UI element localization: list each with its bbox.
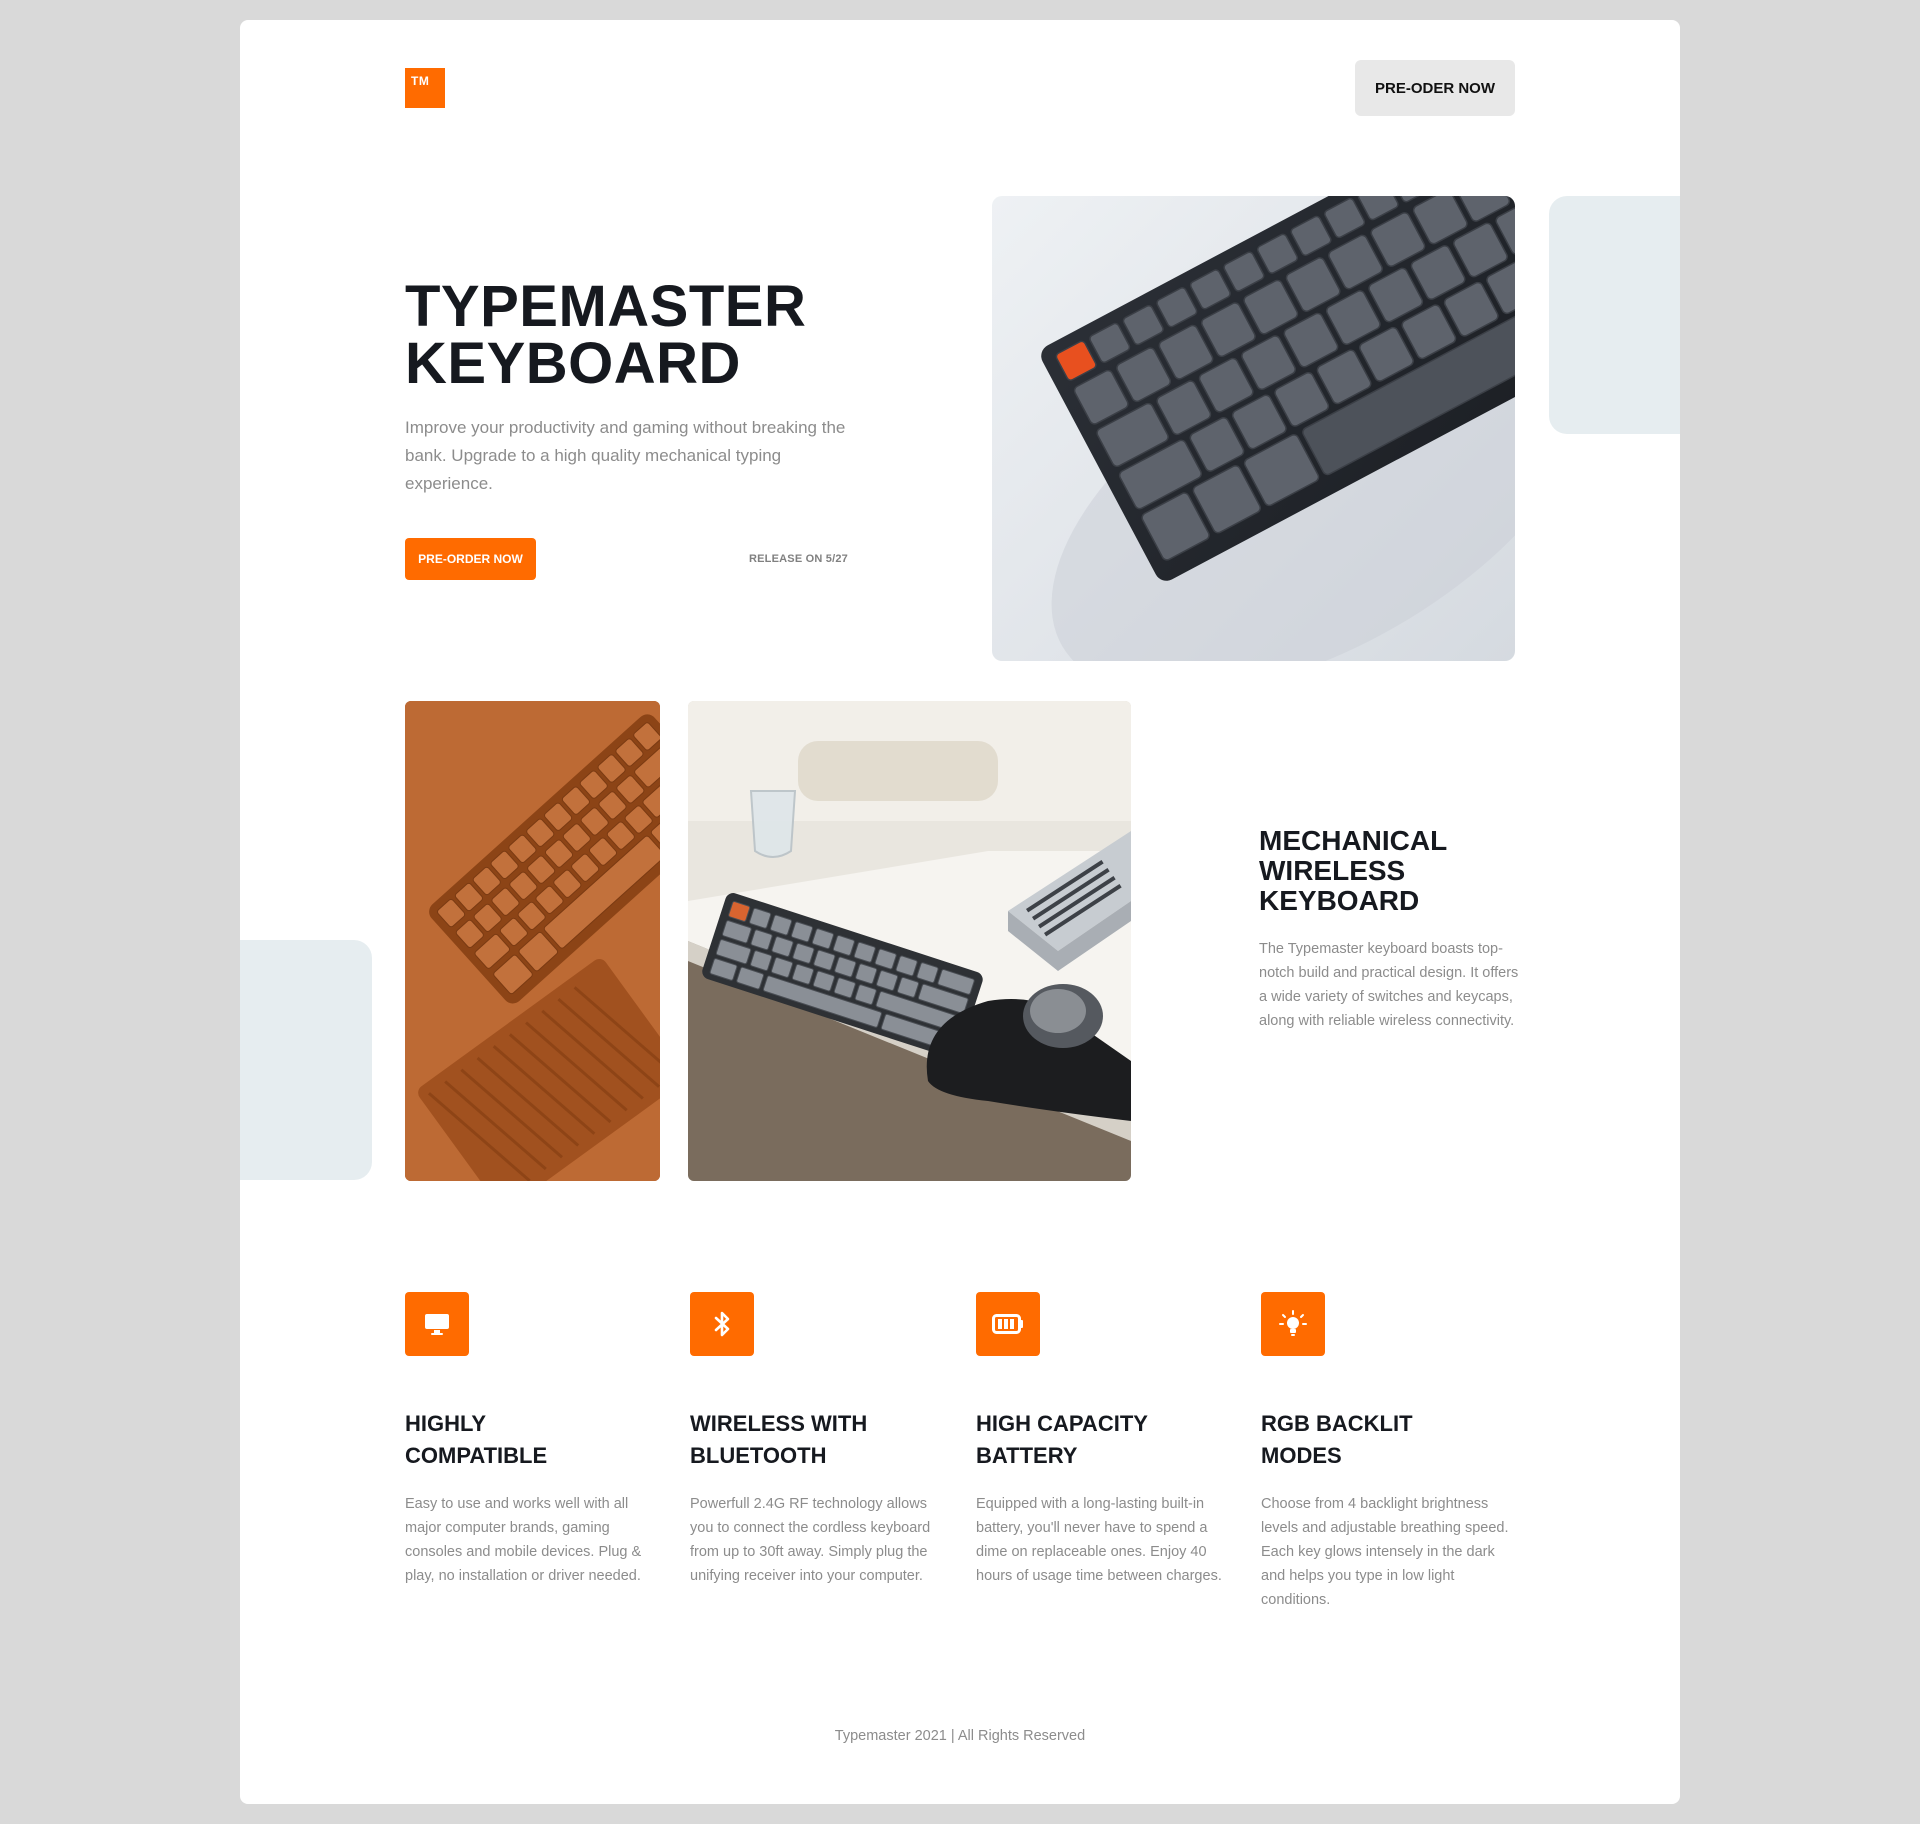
feature-title-line2: COMPATIBLE: [405, 1443, 548, 1468]
battery-icon: [976, 1292, 1040, 1356]
hero-title-line1: TYPEMASTER: [405, 274, 807, 339]
decorative-panel-right: [1549, 196, 1680, 434]
feature-title: HIGH CAPACITY BATTERY: [976, 1408, 1196, 1472]
hero-description: Improve your productivity and gaming wit…: [405, 418, 846, 493]
feature-title-line1: HIGHLY: [405, 1411, 487, 1436]
hero-preorder-button[interactable]: PRE-ORDER NOW: [405, 538, 536, 580]
monitor-icon: [405, 1292, 469, 1356]
decorative-panel-left: [240, 940, 372, 1180]
logo[interactable]: TM: [405, 68, 445, 108]
section-title-line3: KEYBOARD: [1259, 885, 1420, 916]
feature-description: Equipped with a long-lasting built-in ba…: [976, 1496, 1222, 1584]
section-title: MECHANICAL WIRELESS KEYBOARD: [1259, 826, 1499, 916]
hero-title-line2: KEYBOARD: [405, 331, 741, 396]
header-preorder-button[interactable]: PRE-ODER NOW: [1355, 60, 1515, 116]
feature-battery: HIGH CAPACITY BATTERY Equipped with a lo…: [976, 1292, 1231, 1588]
orange-keyboard-illustration: [405, 701, 660, 1181]
feature-compatible: HIGHLY COMPATIBLE Easy to use and works …: [405, 1292, 660, 1588]
page-card: TM PRE-ODER NOW TYPEMASTER KEYBOARD Impr…: [240, 20, 1680, 1804]
feature-title-line2: BATTERY: [976, 1443, 1078, 1468]
feature-title-line1: HIGH CAPACITY: [976, 1411, 1148, 1436]
lightbulb-icon: [1261, 1292, 1325, 1356]
feature-title-line1: RGB BACKLIT: [1261, 1411, 1413, 1436]
feature-description: Easy to use and works well with all majo…: [405, 1496, 642, 1584]
feature-description: Choose from 4 backlight brightness level…: [1261, 1496, 1509, 1608]
footer-text: Typemaster 2021 | All Rights Reserved: [834, 1728, 1086, 1744]
orange-keyboard-photo: [405, 701, 660, 1181]
feature-title: RGB BACKLIT MODES: [1261, 1408, 1481, 1472]
feature-backlight: RGB BACKLIT MODES Choose from 4 backligh…: [1261, 1292, 1516, 1612]
feature-title-line2: MODES: [1261, 1443, 1342, 1468]
desk-setup-illustration: [688, 701, 1131, 1181]
section-description: The Typemaster keyboard boasts top-notch…: [1259, 941, 1519, 1029]
feature-title: WIRELESS WITH BLUETOOTH: [690, 1408, 910, 1472]
bluetooth-icon: [690, 1292, 754, 1356]
section-title-line1: MECHANICAL: [1259, 825, 1448, 856]
hero-title: TYPEMASTER KEYBOARD: [405, 278, 885, 393]
feature-bluetooth: WIRELESS WITH BLUETOOTH Powerfull 2.4G R…: [690, 1292, 945, 1588]
logo-text: TM: [411, 74, 430, 88]
keyboard-illustration: [1041, 196, 1515, 661]
desk-setup-photo: [688, 701, 1131, 1181]
hero-keyboard-image: [992, 196, 1515, 661]
release-date: RELEASE ON 5/27: [749, 553, 848, 565]
feature-title-line2: BLUETOOTH: [690, 1443, 827, 1468]
feature-description: Powerfull 2.4G RF technology allows you …: [690, 1496, 931, 1584]
feature-title-line1: WIRELESS WITH: [690, 1411, 868, 1436]
section-title-line2: WIRELESS: [1259, 855, 1406, 886]
feature-title: HIGHLY COMPATIBLE: [405, 1408, 625, 1472]
